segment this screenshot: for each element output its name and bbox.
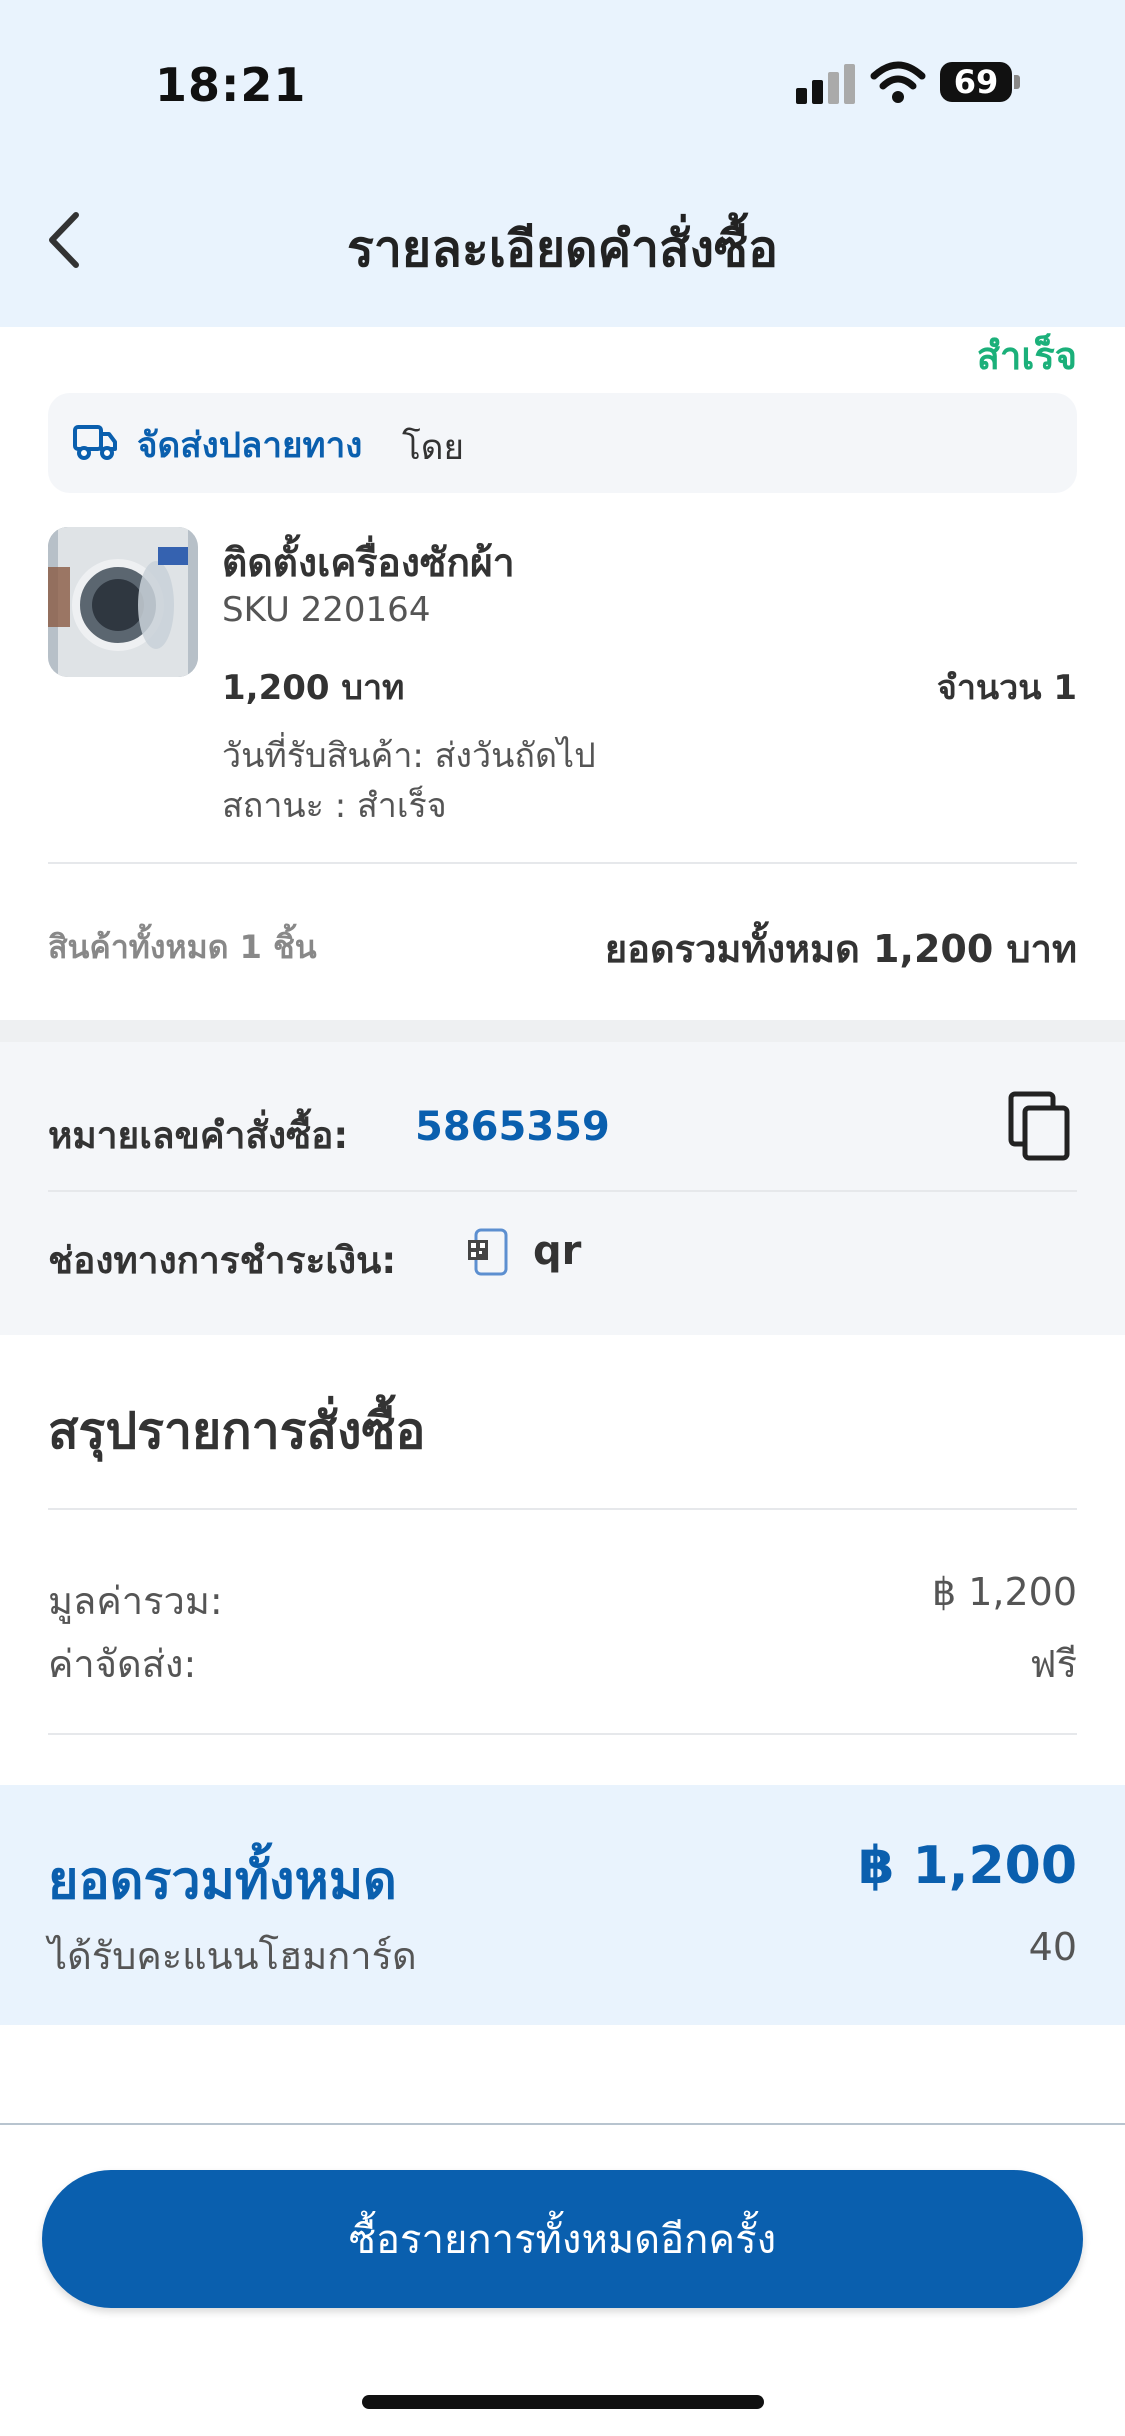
product-sku: SKU 220164 bbox=[222, 590, 431, 630]
washing-machine-icon bbox=[48, 527, 198, 677]
divider bbox=[48, 1190, 1077, 1192]
divider bbox=[48, 1508, 1077, 1510]
points-value: 40 bbox=[1028, 1925, 1077, 1969]
copy-icon[interactable] bbox=[1005, 1090, 1075, 1164]
signal-icon bbox=[796, 64, 856, 104]
battery-level: 69 bbox=[940, 62, 1012, 102]
product-name[interactable]: ติดตั้งเครื่องซักผ้า bbox=[222, 532, 515, 594]
product-status: สถานะ : สำเร็จ bbox=[222, 786, 447, 826]
home-indicator bbox=[362, 2395, 764, 2409]
payment-method-value: qr bbox=[533, 1228, 582, 1274]
subtotal-value: ฿ 1,200 bbox=[931, 1570, 1077, 1614]
divider bbox=[48, 862, 1077, 864]
subtotal-label: มูลค่ารวม: bbox=[48, 1579, 223, 1623]
truck-icon bbox=[73, 425, 117, 460]
grand-total-value: ฿ 1,200 bbox=[858, 1836, 1077, 1896]
product-quantity: จำนวน 1 bbox=[936, 668, 1077, 708]
footer-divider bbox=[0, 2123, 1125, 2125]
reorder-all-button[interactable]: ซื้อรายการทั้งหมดอีกครั้ง bbox=[42, 2170, 1083, 2308]
summary-title: สรุปรายการสั่งซื้อ bbox=[48, 1402, 426, 1460]
grand-total-label: ยอดรวมทั้งหมด bbox=[48, 1851, 397, 1911]
product-receive-date: วันที่รับสินค้า: ส่งวันถัดไป bbox=[222, 736, 596, 776]
section-separator bbox=[0, 1020, 1125, 1042]
order-status-badge: สำเร็จ bbox=[976, 334, 1077, 378]
qr-icon bbox=[468, 1228, 508, 1276]
order-info-panel bbox=[0, 1042, 1125, 1335]
order-number-label: หมายเลขคำสั่งซื้อ: bbox=[48, 1114, 349, 1157]
delivery-method-label: จัดส่งปลายทาง bbox=[137, 426, 363, 466]
wifi-icon bbox=[870, 61, 926, 103]
page-title: รายละเอียดคำสั่งซื้อ bbox=[346, 220, 779, 278]
items-total: ยอดรวมทั้งหมด 1,200 บาท bbox=[604, 927, 1077, 971]
items-count: สินค้าทั้งหมด 1 ชิ้น bbox=[48, 928, 317, 966]
divider bbox=[48, 1733, 1077, 1735]
shipping-fee-label: ค่าจัดส่ง: bbox=[48, 1642, 197, 1686]
order-number-value: 5865359 bbox=[415, 1104, 610, 1150]
status-time: 18:21 bbox=[155, 58, 307, 112]
points-label: ได้รับคะแนนโฮมการ์ด bbox=[48, 1934, 417, 1978]
shipping-fee-value: ฟรี bbox=[1029, 1642, 1077, 1686]
battery-icon: 69 bbox=[940, 62, 1020, 104]
payment-method-label: ช่องทางการชำระเงิน: bbox=[48, 1239, 397, 1282]
delivery-by-label: โดย bbox=[402, 428, 465, 468]
product-price: 1,200 บาท bbox=[222, 668, 405, 708]
product-image bbox=[48, 527, 198, 677]
